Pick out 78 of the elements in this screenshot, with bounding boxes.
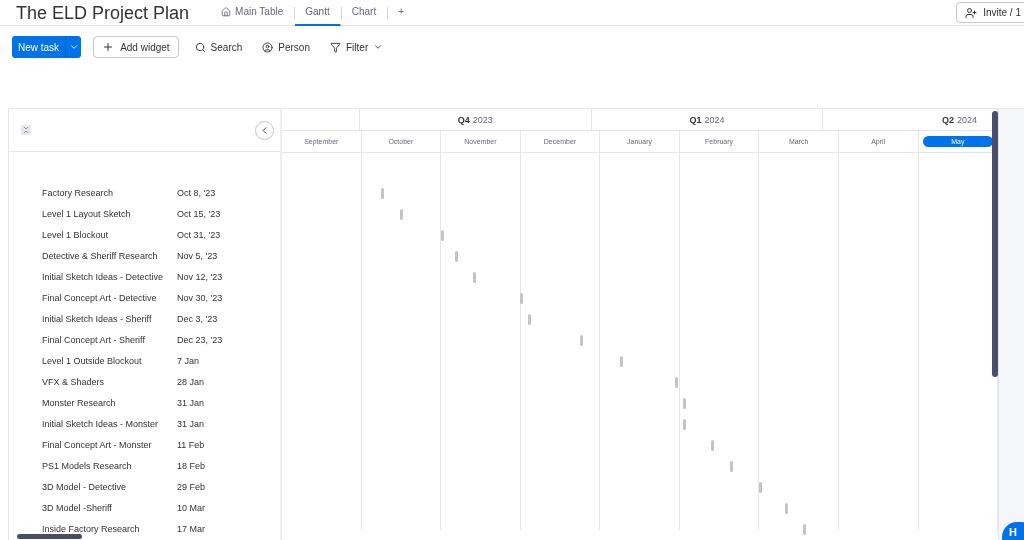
task-marker[interactable] [455, 251, 459, 262]
filter-button[interactable]: Filter [326, 36, 388, 58]
person-icon [262, 41, 274, 53]
task-date: 18 Feb [177, 460, 206, 471]
task-date: 28 Jan [177, 376, 205, 387]
home-icon [221, 6, 232, 17]
task-marker[interactable] [400, 209, 404, 220]
collapse-panel-button[interactable] [255, 120, 274, 140]
horizontal-scrollbar[interactable] [17, 534, 82, 539]
task-name: Final Concept Art - Detective [42, 292, 158, 303]
quarter-label: Q2 2024 [941, 114, 977, 125]
new-task-button[interactable]: New task [12, 36, 82, 58]
add-view-button[interactable]: + [388, 0, 416, 26]
view-tab[interactable]: Chart [341, 0, 388, 26]
task-marker[interactable] [682, 419, 686, 430]
task-date: 11 Feb [177, 439, 205, 450]
task-date: 17 Mar [177, 523, 205, 534]
task-marker[interactable] [785, 503, 789, 514]
task-name: Final Concept Art - Sheriff [42, 334, 146, 345]
task-marker[interactable] [519, 293, 523, 304]
task-name: VFX & Shaders [42, 376, 106, 387]
add-widget-button[interactable]: Add widget [93, 36, 179, 58]
task-date: Oct 31, '23 [177, 229, 221, 240]
task-name: 3D Model - Detective [42, 481, 128, 492]
task-marker[interactable] [682, 398, 686, 409]
search-icon [194, 41, 206, 53]
board-title: The ELD Project Plan [16, 1, 190, 24]
task-marker[interactable] [675, 377, 679, 388]
task-name: Level 1 Blockout [42, 229, 110, 240]
person-button[interactable]: Person [258, 36, 314, 58]
dropdown-button[interactable] [65, 36, 82, 58]
task-name: Initial Sketch Ideas - Sheriff [42, 313, 153, 324]
task-name: PS1 Models Research [42, 460, 133, 471]
task-marker[interactable] [473, 272, 477, 283]
quarter-label: Q1 2024 [689, 114, 725, 125]
task-marker[interactable] [710, 440, 714, 451]
vertical-scrollbar[interactable] [992, 111, 998, 377]
task-name: Level 1 Outside Blockout [42, 355, 143, 366]
task-marker[interactable] [730, 461, 734, 472]
caret-icon [68, 42, 79, 52]
task-date: 7 Jan [177, 355, 200, 366]
caret-icon [373, 42, 384, 52]
task-date: Dec 23, '23 [177, 334, 223, 345]
task-name: Initial Sketch Ideas - Detective [42, 271, 165, 282]
quarter-label: Q4 2023 [457, 114, 493, 125]
task-name: Detective & Sheriff Research [42, 250, 159, 261]
task-date: 31 Jan [177, 397, 205, 408]
view-tab[interactable]: Main Table [211, 0, 295, 26]
task-date: 10 Mar [177, 502, 205, 513]
task-marker[interactable] [803, 524, 807, 535]
task-date: Oct 15, '23 [177, 208, 221, 219]
task-name: Monster Research [42, 397, 117, 408]
task-marker[interactable] [758, 482, 762, 493]
plus-icon [102, 41, 115, 53]
search-button[interactable]: Search [190, 36, 247, 58]
task-name: Inside Factory Research [42, 523, 141, 534]
task-name: Factory Research [42, 187, 115, 198]
task-date: Dec 3, '23 [177, 313, 218, 324]
task-date: Nov 5, '23 [177, 250, 218, 261]
task-name: Initial Sketch Ideas - Monster [42, 418, 160, 429]
collapse-icon[interactable] [21, 125, 31, 135]
task-marker[interactable] [619, 356, 623, 367]
task-marker[interactable] [380, 188, 384, 199]
task-date: 31 Jan [177, 418, 205, 429]
task-date: 29 Feb [177, 481, 206, 492]
task-name: Level 1 Layout Sketch [42, 208, 132, 219]
task-date: Nov 12, '23 [177, 271, 223, 282]
task-marker[interactable] [528, 314, 532, 325]
task-date: Oct 8, '23 [177, 187, 216, 198]
help-button[interactable]: H [1002, 522, 1024, 540]
task-marker[interactable] [440, 230, 444, 241]
add-person-icon [965, 6, 978, 19]
invite-button[interactable]: Invite / 1 [956, 2, 1024, 23]
task-name: 3D Model -Sheriff [42, 502, 113, 513]
task-marker[interactable] [579, 335, 583, 346]
filter-icon [330, 41, 341, 53]
task-name: Final Concept Art - Monster [42, 439, 153, 450]
task-date: Nov 30, '23 [177, 292, 223, 303]
